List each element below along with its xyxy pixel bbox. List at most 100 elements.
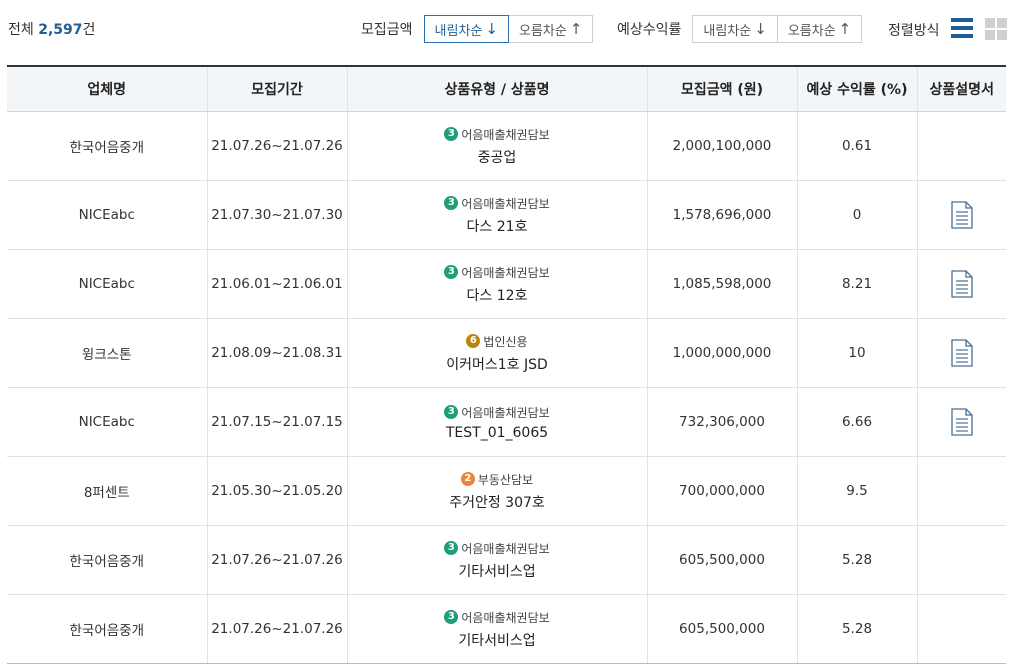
arrow-down-icon: ↓	[485, 20, 498, 38]
funding-period: 21.07.26~21.07.26	[211, 621, 343, 637]
company-name: NICEabc	[78, 276, 135, 292]
rate-cell: 8.21	[797, 249, 918, 319]
table-row[interactable]: 8퍼센트 21.05.30~21.05.20 2 부동산담보 주거안정 307호…	[7, 456, 1006, 526]
funding-period: 21.07.15~21.07.15	[211, 414, 343, 430]
funding-period: 21.08.09~21.08.31	[211, 345, 343, 361]
total-count: 전체 2,597건	[8, 19, 95, 39]
product-type: 3 어음매출채권담보	[348, 195, 647, 212]
table-header-row: 업체명 모집기간 상품유형 / 상품명 모집금액 (원) 예상 수익률 (%) …	[7, 65, 1006, 112]
table-row[interactable]: 한국어음중개 21.07.26~21.07.26 3 어음매출채권담보 기타서비…	[7, 594, 1006, 664]
document-icon[interactable]	[951, 408, 973, 436]
view-mode-label: 정렬방식	[888, 23, 940, 39]
expected-rate: 5.28	[841, 552, 873, 568]
column-header-amount[interactable]: 모집금액 (원)	[647, 65, 798, 112]
column-header-period[interactable]: 모집기간	[207, 65, 348, 112]
company-cell: 윙크스톤	[7, 318, 208, 388]
period-cell: 21.07.15~21.07.15	[207, 387, 348, 457]
amount-cell: 2,000,100,000	[647, 111, 798, 181]
column-header-rate[interactable]: 예상 수익률 (%)	[797, 65, 918, 112]
period-cell: 21.05.30~21.05.20	[207, 456, 348, 526]
table-row[interactable]: NICEabc 21.07.15~21.07.15 3 어음매출채권담보 TES…	[7, 387, 1006, 457]
product-type: 6 법인신용	[348, 333, 647, 350]
funding-period: 21.07.26~21.07.26	[211, 138, 343, 154]
column-header-product[interactable]: 상품유형 / 상품명	[347, 65, 648, 112]
sort-amount-desc-label: 내림차순	[434, 23, 483, 39]
list-toolbar: 전체 2,597건 모집금액 내림차순 ↓ 오름차순 ↑ 예상수익률 내림차순 …	[0, 0, 1026, 60]
company-cell: 한국어음중개	[7, 111, 208, 181]
product-cell: 6 법인신용 이커머스1호 JSD	[347, 318, 648, 388]
funding-amount: 1,085,598,000	[672, 276, 772, 292]
expected-rate: 8.21	[841, 276, 873, 292]
amount-cell: 605,500,000	[647, 525, 798, 595]
product-type-badge: 3	[444, 196, 459, 210]
table-row[interactable]: 한국어음중개 21.07.26~21.07.26 3 어음매출채권담보 중공업 …	[7, 111, 1006, 181]
product-type-badge: 3	[444, 541, 459, 555]
table-row[interactable]: 윙크스톤 21.08.09~21.08.31 6 법인신용 이커머스1호 JSD…	[7, 318, 1006, 388]
product-name[interactable]: 기타서비스업	[348, 561, 647, 581]
company-cell: NICEabc	[7, 249, 208, 319]
document-cell	[917, 525, 1006, 595]
list-view-icon[interactable]	[951, 18, 973, 40]
company-cell: NICEabc	[7, 387, 208, 457]
product-cell: 3 어음매출채권담보 TEST_01_6065	[347, 387, 648, 457]
product-type-label: 어음매출채권담보	[461, 196, 550, 211]
grid-view-icon[interactable]	[985, 18, 1007, 40]
product-name[interactable]: 다스 21호	[348, 216, 647, 236]
funding-amount: 605,500,000	[679, 552, 765, 568]
expected-rate: 9.5	[846, 483, 868, 499]
document-cell	[917, 111, 1006, 181]
product-name[interactable]: 이커머스1호 JSD	[348, 354, 647, 374]
product-type-badge: 3	[444, 610, 459, 624]
product-type-badge: 3	[444, 127, 459, 141]
rate-cell: 6.66	[797, 387, 918, 457]
document-icon[interactable]	[951, 270, 973, 298]
amount-cell: 1,000,000,000	[647, 318, 798, 388]
company-name: 한국어음중개	[69, 554, 145, 570]
sort-amount-desc-button[interactable]: 내림차순 ↓	[423, 15, 509, 43]
period-cell: 21.06.01~21.06.01	[207, 249, 348, 319]
product-type-badge: 3	[444, 265, 459, 279]
product-type: 3 어음매출채권담보	[348, 264, 647, 281]
funding-period: 21.07.26~21.07.26	[211, 552, 343, 568]
amount-cell: 732,306,000	[647, 387, 798, 457]
company-cell: 한국어음중개	[7, 525, 208, 595]
product-type: 3 어음매출채권담보	[348, 126, 647, 143]
product-table: 업체명 모집기간 상품유형 / 상품명 모집금액 (원) 예상 수익률 (%) …	[7, 65, 1006, 664]
sort-amount-asc-button[interactable]: 오름차순 ↑	[507, 15, 594, 43]
document-icon[interactable]	[951, 201, 973, 229]
sort-rate-label: 예상수익률	[617, 22, 682, 38]
arrow-up-icon: ↑	[569, 20, 583, 38]
table-row[interactable]: NICEabc 21.07.30~21.07.30 3 어음매출채권담보 다스 …	[7, 180, 1006, 250]
table-row[interactable]: NICEabc 21.06.01~21.06.01 3 어음매출채권담보 다스 …	[7, 249, 1006, 319]
product-name[interactable]: TEST_01_6065	[348, 425, 647, 441]
company-name: 한국어음중개	[69, 140, 145, 156]
expected-rate: 6.66	[841, 414, 873, 430]
amount-cell: 1,085,598,000	[647, 249, 798, 319]
document-cell	[917, 594, 1006, 664]
company-cell: 한국어음중개	[7, 594, 208, 664]
amount-cell: 1,578,696,000	[647, 180, 798, 250]
table-row[interactable]: 한국어음중개 21.07.26~21.07.26 3 어음매출채권담보 기타서비…	[7, 525, 1006, 595]
funding-period: 21.07.30~21.07.30	[211, 207, 343, 223]
company-name: NICEabc	[78, 414, 135, 430]
product-type: 3 어음매출채권담보	[348, 609, 647, 626]
column-header-company[interactable]: 업체명	[7, 65, 208, 112]
document-cell	[917, 249, 1006, 319]
product-name[interactable]: 다스 12호	[348, 285, 647, 305]
amount-cell: 700,000,000	[647, 456, 798, 526]
funding-amount: 2,000,100,000	[672, 138, 772, 154]
rate-cell: 5.28	[797, 525, 918, 595]
document-icon[interactable]	[951, 339, 973, 367]
sort-rate-asc-button[interactable]: 오름차순 ↑	[776, 15, 863, 43]
product-cell: 3 어음매출채권담보 다스 12호	[347, 249, 648, 319]
product-cell: 3 어음매출채권담보 기타서비스업	[347, 525, 648, 595]
column-header-document[interactable]: 상품설명서	[917, 65, 1006, 112]
period-cell: 21.08.09~21.08.31	[207, 318, 348, 388]
rate-cell: 10	[797, 318, 918, 388]
product-name[interactable]: 주거안정 307호	[348, 492, 647, 512]
sort-rate-desc-button[interactable]: 내림차순 ↓	[692, 15, 778, 43]
product-type-label: 부동산담보	[477, 472, 534, 487]
product-name[interactable]: 기타서비스업	[348, 630, 647, 650]
product-name[interactable]: 중공업	[348, 147, 647, 167]
sort-amount-asc-label: 오름차순	[518, 23, 567, 39]
